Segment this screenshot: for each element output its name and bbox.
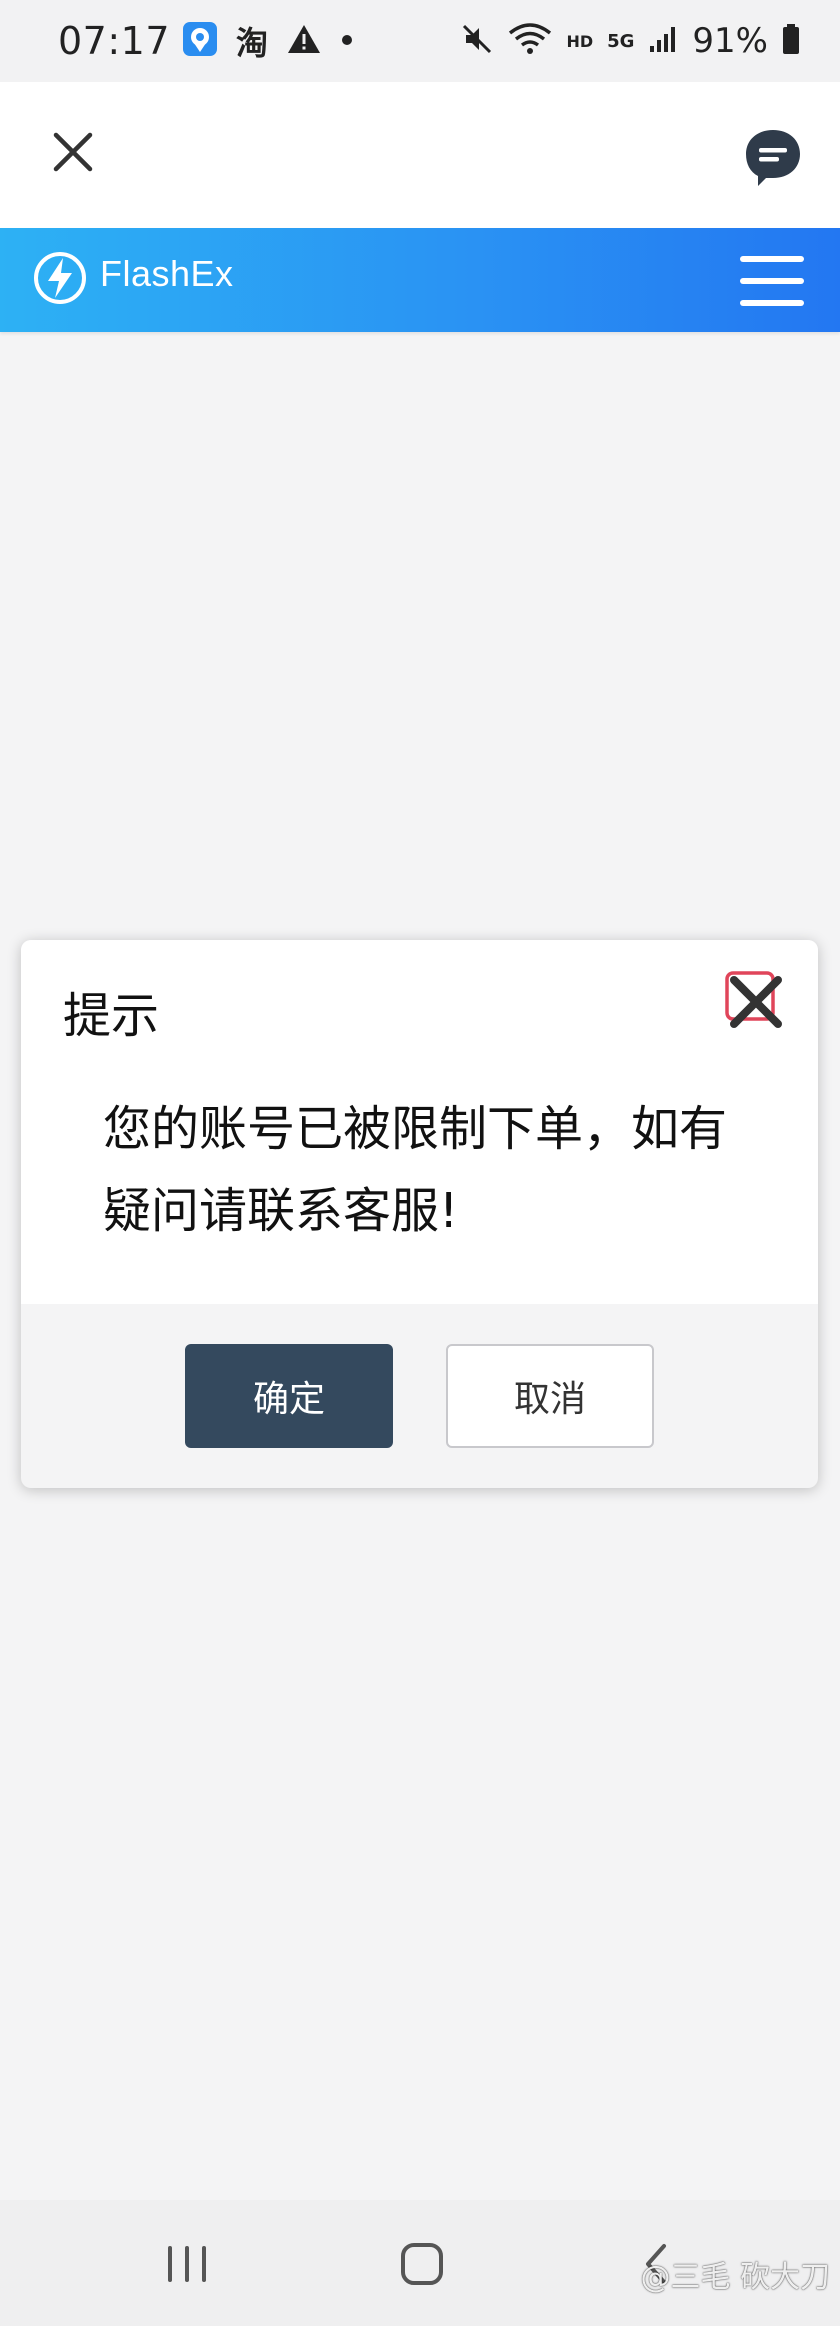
battery-icon [782, 23, 800, 59]
status-bar: 07:17 淘 HD 5G 91% [0, 0, 840, 82]
menu-button[interactable] [738, 252, 806, 310]
mute-icon [460, 22, 494, 60]
status-notification-icons: 淘 [182, 18, 354, 64]
dialog-body: 提示 您的账号已被限制下单，如有疑问请联系客服! [21, 940, 818, 1304]
watermark: @三毛 砍大刀 [640, 2260, 830, 2295]
dialog-close-icon [725, 971, 782, 1028]
alert-dialog: 提示 您的账号已被限制下单，如有疑问请联系客服! 确定 取消 [21, 940, 818, 1488]
chat-bubble-icon [746, 130, 800, 186]
home-icon [401, 2243, 443, 2285]
app-top-bar [0, 82, 840, 228]
status-system-icons: HD 5G 91% [460, 21, 800, 61]
close-button[interactable] [48, 127, 98, 177]
dot-icon [340, 32, 354, 51]
dialog-close-button[interactable] [724, 970, 784, 1030]
wifi-icon [508, 22, 552, 60]
hamburger-menu-icon [740, 256, 804, 306]
chat-button[interactable] [742, 126, 804, 188]
cancel-button[interactable]: 取消 [446, 1344, 654, 1448]
recent-apps-icon [168, 2246, 206, 2282]
network-hd-label: HD [566, 31, 594, 51]
network-5g-label: 5G [607, 30, 635, 52]
brand-header: FlashEx [0, 228, 840, 332]
brand-name: FlashEx [100, 253, 234, 294]
dialog-footer [21, 1304, 818, 1488]
status-time: 07:17 [58, 19, 171, 63]
home-button[interactable] [398, 2240, 446, 2288]
close-icon [53, 132, 93, 172]
signal-icon [648, 24, 678, 58]
taobao-icon: 淘 [236, 24, 269, 62]
lightning-logo-icon [34, 252, 86, 304]
dialog-title: 提示 [63, 988, 160, 1044]
battery-percent: 91% [692, 21, 768, 61]
recent-apps-button[interactable] [162, 2240, 212, 2288]
warning-icon [286, 23, 322, 59]
dialog-message: 您的账号已被限制下单，如有疑问请联系客服! [103, 1101, 728, 1239]
confirm-button[interactable]: 确定 [185, 1344, 393, 1448]
location-app-icon [182, 21, 218, 61]
